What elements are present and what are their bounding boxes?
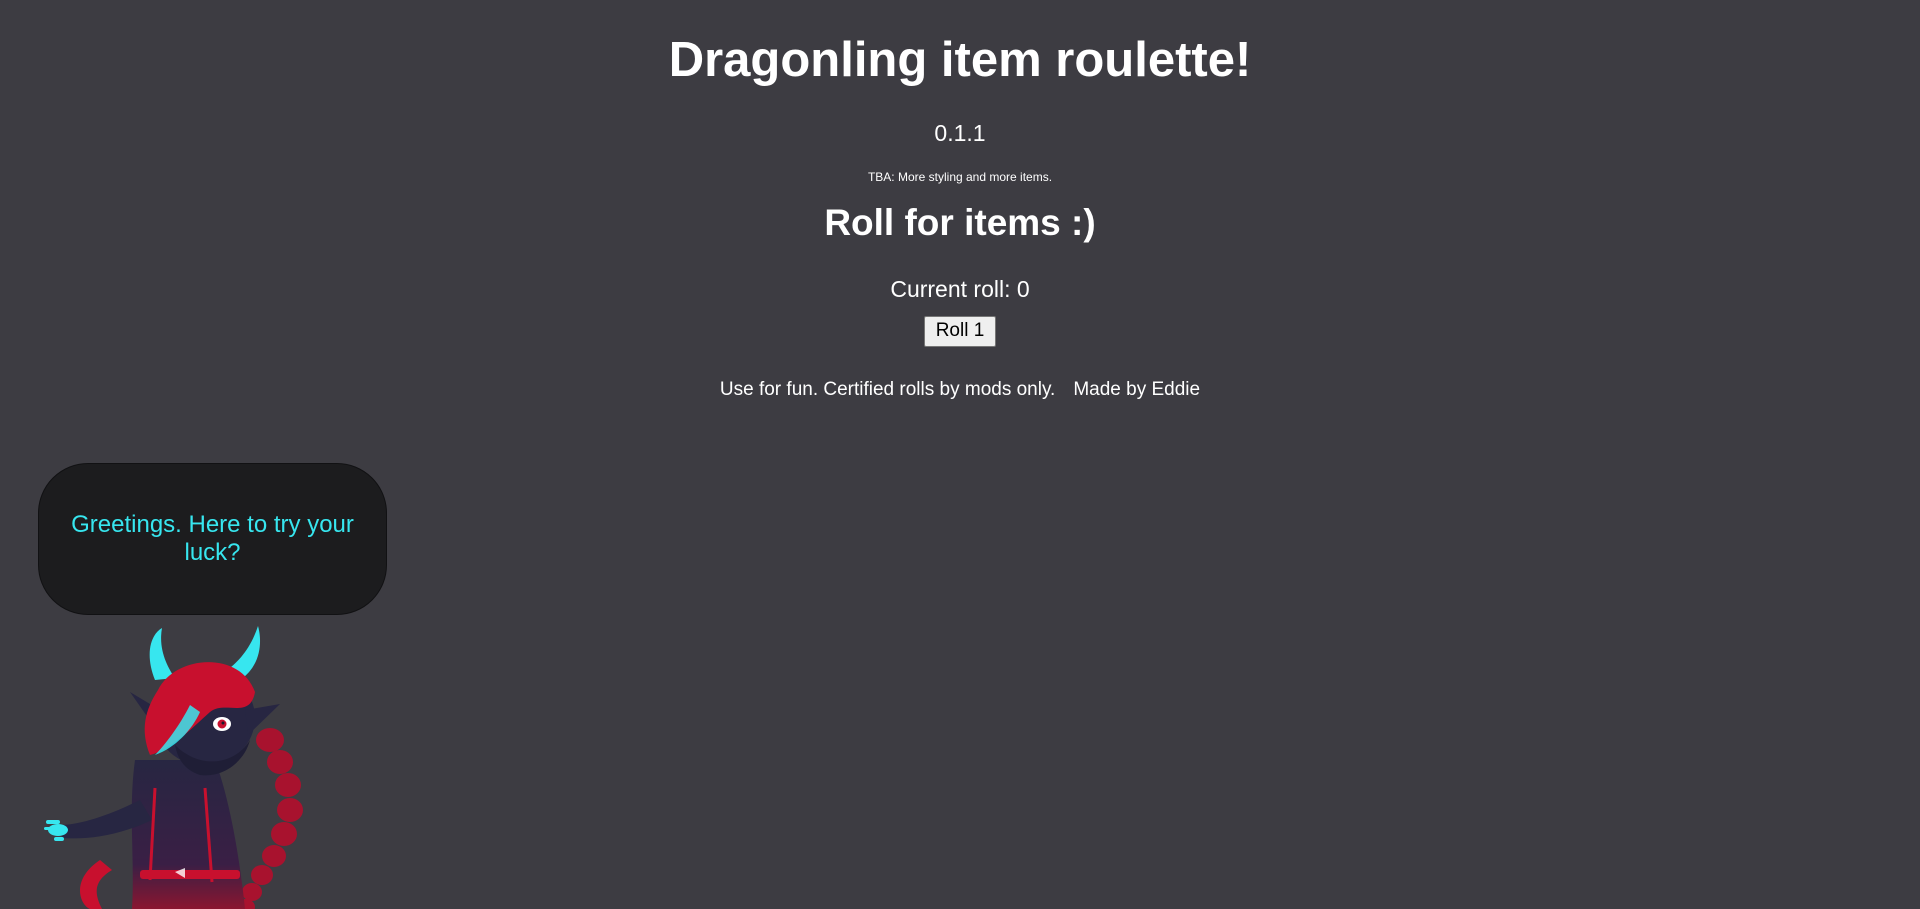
tail-shape <box>80 860 112 909</box>
roll-button[interactable]: Roll 1 <box>923 316 997 347</box>
disclaimer-text: Use for fun. Certified rolls by mods onl… <box>719 379 1056 400</box>
speech-text: Greetings. Here to try your luck? <box>71 511 354 566</box>
belt-shape <box>140 870 240 879</box>
current-roll-label: Current roll: 0 <box>890 276 1030 302</box>
version-label: 0.1.1 <box>934 120 986 146</box>
dragonling-mascot <box>40 620 340 909</box>
credit-text: Made by Eddie <box>1073 379 1201 400</box>
page: Dragonling item roulette! 0.1.1 TBA: Mor… <box>0 0 1920 909</box>
left-horn <box>149 628 175 680</box>
footer: Use for fun. Certified rolls by mods onl… <box>0 378 1920 402</box>
tba-note: TBA: More styling and more items. <box>867 170 1053 184</box>
speech-bubble: Greetings. Here to try your luck? <box>38 463 387 615</box>
roll-heading: Roll for items :) <box>824 202 1096 243</box>
page-title: Dragonling item roulette! <box>668 33 1252 87</box>
roll-button-container: Roll 1 <box>0 316 1920 347</box>
dragonling-illustration <box>44 626 303 909</box>
braid-shape <box>237 728 303 909</box>
cloak-shape <box>131 760 245 909</box>
